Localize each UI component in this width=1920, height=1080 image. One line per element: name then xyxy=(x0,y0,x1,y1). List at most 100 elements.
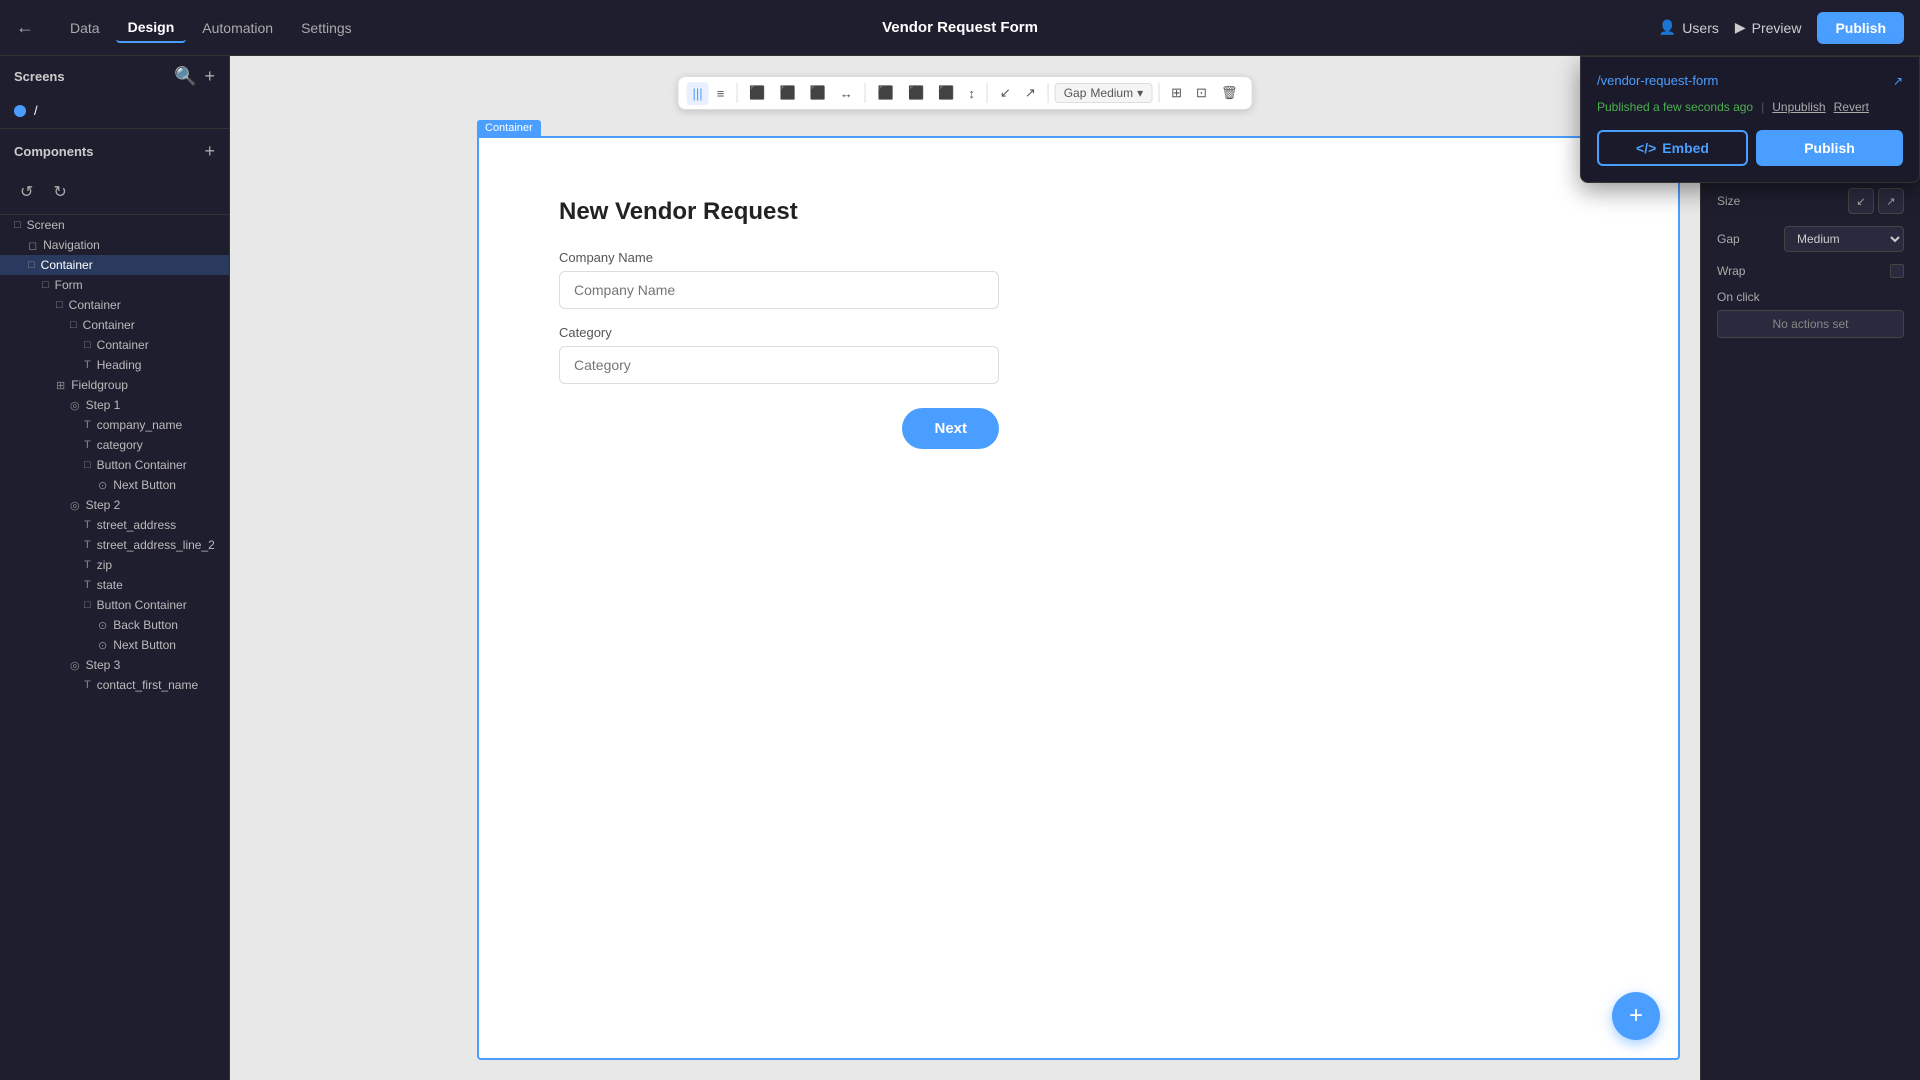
tree-item-step1[interactable]: ◎ Step 1 xyxy=(0,395,229,415)
step2-tree-icon: ◎ xyxy=(70,499,80,512)
tree-item-zip[interactable]: T zip xyxy=(0,555,229,575)
toolbar-align-left-btn[interactable]: ⬛ xyxy=(743,81,771,105)
nav-tab-data[interactable]: Data xyxy=(58,13,112,43)
gap-select[interactable]: Medium xyxy=(1784,226,1904,252)
tree-label-state: state xyxy=(97,578,123,592)
size-shrink-btn[interactable]: ↙ xyxy=(1848,188,1874,214)
toolbar-valign-stretch-btn[interactable]: ↕ xyxy=(962,82,981,105)
tree-item-state[interactable]: T state xyxy=(0,575,229,595)
tree-item-contact-first-name[interactable]: T contact_first_name xyxy=(0,675,229,695)
next-button[interactable]: Next xyxy=(902,408,999,449)
form-inner: New Vendor Request Company Name Category… xyxy=(479,138,1678,489)
add-screen-button[interactable]: + xyxy=(204,66,215,87)
add-component-button[interactable]: + xyxy=(204,141,215,162)
contact-fn-tree-icon: T xyxy=(84,679,91,691)
on-click-label: On click xyxy=(1717,290,1760,304)
toolbar-sep-5 xyxy=(1158,83,1159,103)
size-row: Size ↙ ↗ xyxy=(1717,182,1904,220)
tree-item-fieldgroup[interactable]: ⊞ Fieldgroup xyxy=(0,375,229,395)
toolbar-valign-bot-btn[interactable]: ⬛ xyxy=(932,81,960,105)
back-button[interactable]: ← xyxy=(16,17,34,38)
screen-label: / xyxy=(34,103,38,118)
tree-label-heading: Heading xyxy=(97,358,142,372)
tree-item-step2[interactable]: ◎ Step 2 xyxy=(0,495,229,515)
unpublish-link[interactable]: Unpublish xyxy=(1772,100,1825,114)
toolbar-delete-btn[interactable]: 🗑 xyxy=(1215,81,1244,105)
tree-item-container-3[interactable]: □ Container xyxy=(0,315,229,335)
fieldgroup-tree-icon: ⊞ xyxy=(56,379,65,392)
toolbar-align-right-btn[interactable]: ⬛ xyxy=(804,81,832,105)
category-label: Category xyxy=(559,325,1598,340)
toolbar-rows-btn[interactable]: ≡ xyxy=(711,82,731,105)
form-tree-icon: □ xyxy=(42,279,49,291)
tree-item-street-address[interactable]: T street_address xyxy=(0,515,229,535)
gap-prop-label: Gap xyxy=(1717,232,1740,246)
toolbar-shrink-btn[interactable]: ↙ xyxy=(994,81,1017,105)
nav-tab-automation[interactable]: Automation xyxy=(190,13,285,43)
toolbar-align-center-btn[interactable]: ⬛ xyxy=(773,81,801,105)
tree-item-next-button-2[interactable]: ⊙ Next Button xyxy=(0,635,229,655)
container4-tree-icon: □ xyxy=(84,339,91,351)
revert-link[interactable]: Revert xyxy=(1834,100,1869,114)
tree-item-button-container-2[interactable]: □ Button Container xyxy=(0,595,229,615)
tree-item-button-container-1[interactable]: □ Button Container xyxy=(0,455,229,475)
tree-item-company-name[interactable]: T company_name xyxy=(0,415,229,435)
toolbar-columns-btn[interactable]: ||| xyxy=(687,82,709,105)
tree-item-category[interactable]: T category xyxy=(0,435,229,455)
tree-item-container[interactable]: □ Container xyxy=(0,255,229,275)
btn-container1-tree-icon: □ xyxy=(84,459,91,471)
no-actions-button[interactable]: No actions set xyxy=(1717,310,1904,338)
tree-label-fieldgroup: Fieldgroup xyxy=(71,378,128,392)
zip-tree-icon: T xyxy=(84,559,91,571)
redo-button[interactable]: ↻ xyxy=(47,178,72,206)
tree-item-container-4[interactable]: □ Container xyxy=(0,335,229,355)
publish-buttons-row: </> Embed Publish xyxy=(1597,130,1903,166)
embed-button[interactable]: </> Embed xyxy=(1597,130,1748,166)
wrap-row: Wrap xyxy=(1717,258,1904,284)
users-button[interactable]: 👤 Users xyxy=(1659,19,1719,36)
popup-publish-button[interactable]: Publish xyxy=(1756,130,1903,166)
undo-button[interactable]: ↺ xyxy=(14,178,39,206)
search-screens-button[interactable]: 🔍 xyxy=(174,66,196,87)
nav-publish-button[interactable]: Publish xyxy=(1817,12,1904,44)
container-tree-icon: □ xyxy=(28,259,35,271)
wrap-label: Wrap xyxy=(1717,264,1745,278)
category-input[interactable] xyxy=(559,346,999,384)
tree-label-screen: Screen xyxy=(27,218,65,232)
left-sidebar: Screens 🔍 + / Components + ↺ ↻ □ Screen xyxy=(0,56,230,1080)
tree-label-button-container-1: Button Container xyxy=(97,458,187,472)
wrap-checkbox[interactable] xyxy=(1890,264,1904,278)
toolbar-grid-btn[interactable]: ⊞ xyxy=(1165,81,1188,105)
tree-label-container: Container xyxy=(41,258,93,272)
toolbar-valign-mid-btn[interactable]: ⬛ xyxy=(902,81,930,105)
tree-item-navigation[interactable]: ◻ Navigation xyxy=(0,235,229,255)
tree-item-step3[interactable]: ◎ Step 3 xyxy=(0,655,229,675)
tree-label-category: category xyxy=(97,438,143,452)
nav-tab-settings[interactable]: Settings xyxy=(289,13,364,43)
tree-label-button-container-2: Button Container xyxy=(97,598,187,612)
toolbar-expand-btn[interactable]: ↗ xyxy=(1019,81,1042,105)
toolbar-sep-4 xyxy=(1048,83,1049,103)
tree-item-back-button[interactable]: ⊙ Back Button xyxy=(0,615,229,635)
size-expand-btn[interactable]: ↗ xyxy=(1878,188,1904,214)
toolbar-valign-top-btn[interactable]: ⬛ xyxy=(872,81,900,105)
nav-tab-design[interactable]: Design xyxy=(116,13,187,43)
tree-item-heading[interactable]: T Heading xyxy=(0,355,229,375)
fab-add-button[interactable]: + xyxy=(1612,992,1660,1040)
preview-button[interactable]: ▶ Preview xyxy=(1735,19,1802,36)
state-tree-icon: T xyxy=(84,579,91,591)
gap-label: Gap xyxy=(1064,86,1087,100)
tree-item-next-button-1[interactable]: ⊙ Next Button xyxy=(0,475,229,495)
company-name-field-group: Company Name xyxy=(559,250,1598,309)
publish-status-text: Published a few seconds ago xyxy=(1597,100,1753,114)
screen-item-root[interactable]: / xyxy=(0,97,229,124)
tree-item-screen[interactable]: □ Screen xyxy=(0,215,229,235)
tree-item-street-address-2[interactable]: T street_address_line_2 xyxy=(0,535,229,555)
tree-item-container-2[interactable]: □ Container xyxy=(0,295,229,315)
toolbar-copy-btn[interactable]: ⊡ xyxy=(1190,81,1213,105)
toolbar-gap-select[interactable]: Gap Medium ▾ xyxy=(1055,83,1152,103)
company-name-input[interactable] xyxy=(559,271,999,309)
tree-item-form[interactable]: □ Form xyxy=(0,275,229,295)
gap-row: Gap Medium xyxy=(1717,220,1904,258)
toolbar-stretch-btn[interactable]: ↔ xyxy=(834,82,859,105)
